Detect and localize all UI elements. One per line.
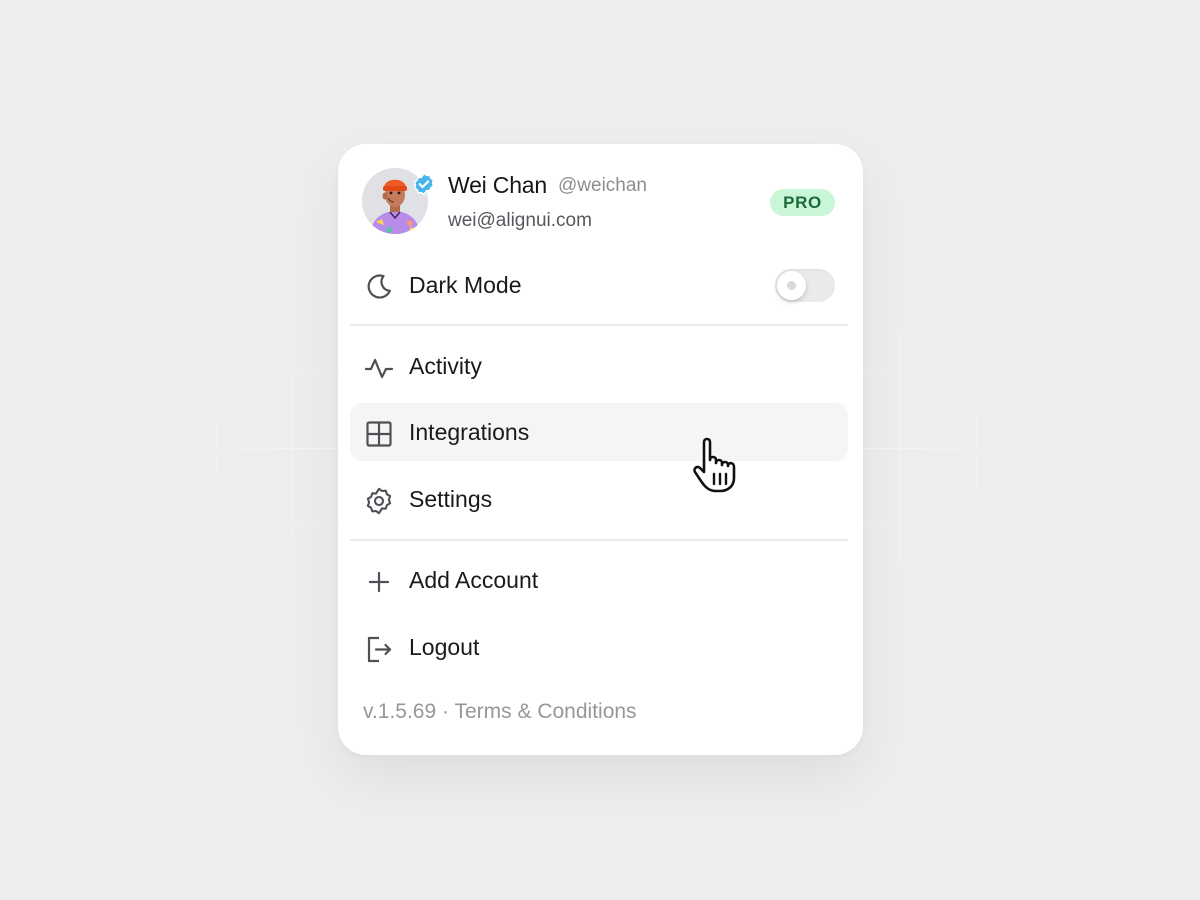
logout-icon bbox=[367, 636, 392, 663]
dark-mode-toggle[interactable] bbox=[775, 269, 835, 302]
plus-icon bbox=[368, 571, 390, 593]
avatar[interactable] bbox=[362, 168, 435, 236]
menu-item-settings[interactable]: Settings bbox=[350, 470, 848, 528]
footer-separator: · bbox=[442, 700, 450, 723]
moon-icon bbox=[367, 274, 391, 299]
settings-label: Settings bbox=[409, 486, 493, 512]
activity-icon bbox=[364, 358, 394, 379]
divider bbox=[350, 539, 848, 541]
footer: v.1.5.69 · Terms & Conditions bbox=[363, 700, 637, 724]
menu-item-activity[interactable]: Activity bbox=[350, 337, 848, 395]
pro-badge: PRO bbox=[770, 189, 835, 216]
gear-icon bbox=[366, 487, 392, 515]
user-handle: @weichan bbox=[558, 175, 647, 196]
grid-icon bbox=[366, 421, 392, 447]
activity-label: Activity bbox=[409, 353, 482, 379]
menu-item-integrations[interactable]: Integrations bbox=[350, 403, 848, 461]
dark-mode-label: Dark Mode bbox=[409, 272, 522, 298]
divider bbox=[350, 324, 848, 326]
toggle-knob bbox=[777, 271, 806, 300]
menu-item-add-account[interactable]: Add Account bbox=[350, 551, 848, 609]
verified-badge-icon bbox=[413, 172, 435, 196]
profile-menu-card: Wei Chan @weichan wei@alignui.com PRO Da… bbox=[338, 144, 863, 755]
menu-item-logout[interactable]: Logout bbox=[350, 618, 848, 676]
terms-link[interactable]: Terms & Conditions bbox=[454, 700, 636, 723]
add-account-label: Add Account bbox=[409, 567, 539, 593]
version-text: v.1.5.69 bbox=[363, 700, 437, 723]
dark-mode-row[interactable]: Dark Mode bbox=[350, 256, 848, 314]
integrations-label: Integrations bbox=[409, 419, 530, 445]
user-name: Wei Chan bbox=[448, 172, 547, 198]
hand-pointer-cursor-icon bbox=[693, 437, 736, 493]
logout-label: Logout bbox=[409, 634, 480, 660]
user-email: wei@alignui.com bbox=[448, 210, 592, 231]
